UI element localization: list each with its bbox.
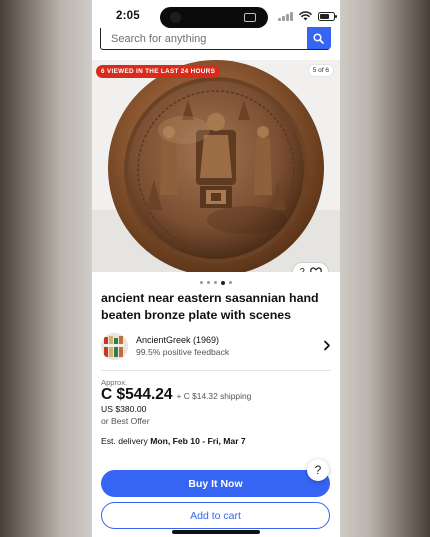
search-bar <box>100 27 331 50</box>
add-to-cart-button[interactable]: Add to cart <box>101 502 330 529</box>
screen-monitor-icon <box>244 13 256 22</box>
product-image-bronze-plate <box>92 60 340 272</box>
section-divider <box>101 370 331 371</box>
estimated-delivery: Est. delivery Mon, Feb 10 - Fri, Mar 7 <box>101 436 246 446</box>
pagination-dot[interactable] <box>207 281 210 284</box>
listing-title: ancient near eastern sasannian hand beat… <box>101 291 319 322</box>
camera-icon <box>170 12 181 23</box>
image-counter: 5 of 6 <box>307 64 334 77</box>
signal-icon <box>278 12 293 21</box>
pagination-dot[interactable] <box>214 281 217 284</box>
shipping-cost: + C $14.32 shipping <box>176 391 252 401</box>
search-icon <box>313 32 324 44</box>
gallery-pagination-dots <box>92 280 340 285</box>
help-button[interactable]: ? <box>307 459 329 481</box>
product-image-gallery[interactable]: 6 VIEWED IN THE LAST 24 HOURS 5 of 6 2 <box>92 60 340 272</box>
heart-icon <box>310 266 322 272</box>
dynamic-island <box>160 7 268 28</box>
seller-feedback: 99.5% positive feedback <box>136 347 230 357</box>
home-indicator[interactable] <box>172 530 260 534</box>
watch-button[interactable]: 2 <box>292 262 329 272</box>
watch-count: 2 <box>299 266 305 273</box>
status-time: 2:05 <box>116 10 140 22</box>
pagination-dot-active[interactable] <box>221 280 225 285</box>
phone-screen: 2:05 6 VIEWED IN THE LAST 24 HOURS 5 of … <box>92 0 340 537</box>
status-icons <box>278 11 337 21</box>
delivery-label: Est. delivery <box>101 436 151 446</box>
seller-name[interactable]: AncientGreek (1969) <box>136 335 219 345</box>
viewed-badge: 6 VIEWED IN THE LAST 24 HOURS <box>96 65 221 78</box>
pagination-dot[interactable] <box>200 281 203 284</box>
wifi-icon <box>298 11 312 21</box>
battery-icon <box>317 12 337 21</box>
pagination-dot[interactable] <box>229 281 232 284</box>
price-row: C $544.24 + C $14.32 shipping <box>101 386 251 404</box>
seller-row[interactable]: AncientGreek (1969) 99.5% positive feedb… <box>101 333 331 361</box>
search-button[interactable] <box>306 27 331 49</box>
best-offer-text: or Best Offer <box>101 416 150 426</box>
delivery-dates: Mon, Feb 10 - Fri, Mar 7 <box>150 436 246 446</box>
search-input[interactable] <box>101 28 307 49</box>
original-price: US $380.00 <box>101 404 147 414</box>
chevron-right-icon[interactable] <box>323 340 331 351</box>
price-amount: C $544.24 <box>101 386 173 403</box>
seller-avatar <box>101 333 128 360</box>
buy-it-now-button[interactable]: Buy It Now <box>101 470 330 497</box>
